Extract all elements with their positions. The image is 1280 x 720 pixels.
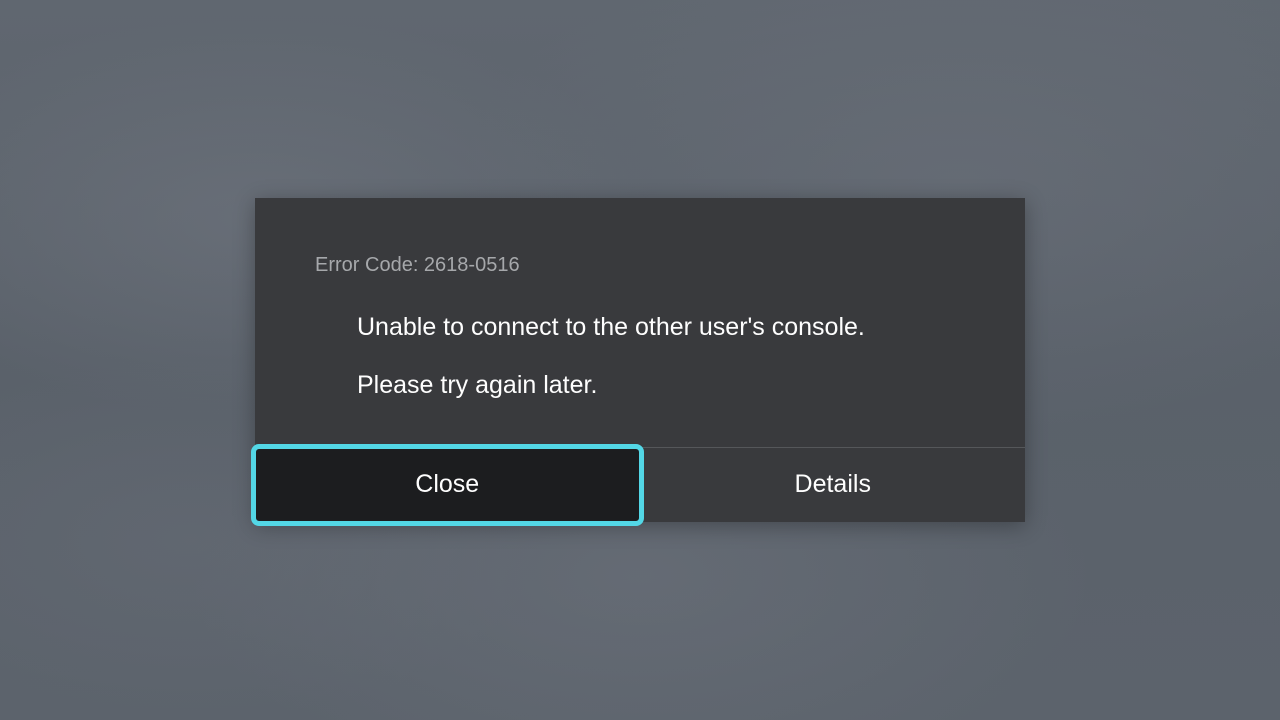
close-button[interactable]: Close xyxy=(255,448,640,522)
message-text-2: Please try again later. xyxy=(357,369,965,403)
dialog-body: Error Code: 2618-0516 Unable to connect … xyxy=(255,198,1025,447)
error-code-label: Error Code: 2618-0516 xyxy=(315,254,965,277)
button-row: Close Details xyxy=(255,447,1025,522)
error-dialog: Error Code: 2618-0516 Unable to connect … xyxy=(255,198,1025,522)
message-block: Unable to connect to the other user's co… xyxy=(315,311,965,403)
message-text-1: Unable to connect to the other user's co… xyxy=(357,311,965,345)
backdrop: Error Code: 2618-0516 Unable to connect … xyxy=(0,0,1280,720)
details-button[interactable]: Details xyxy=(641,448,1026,522)
